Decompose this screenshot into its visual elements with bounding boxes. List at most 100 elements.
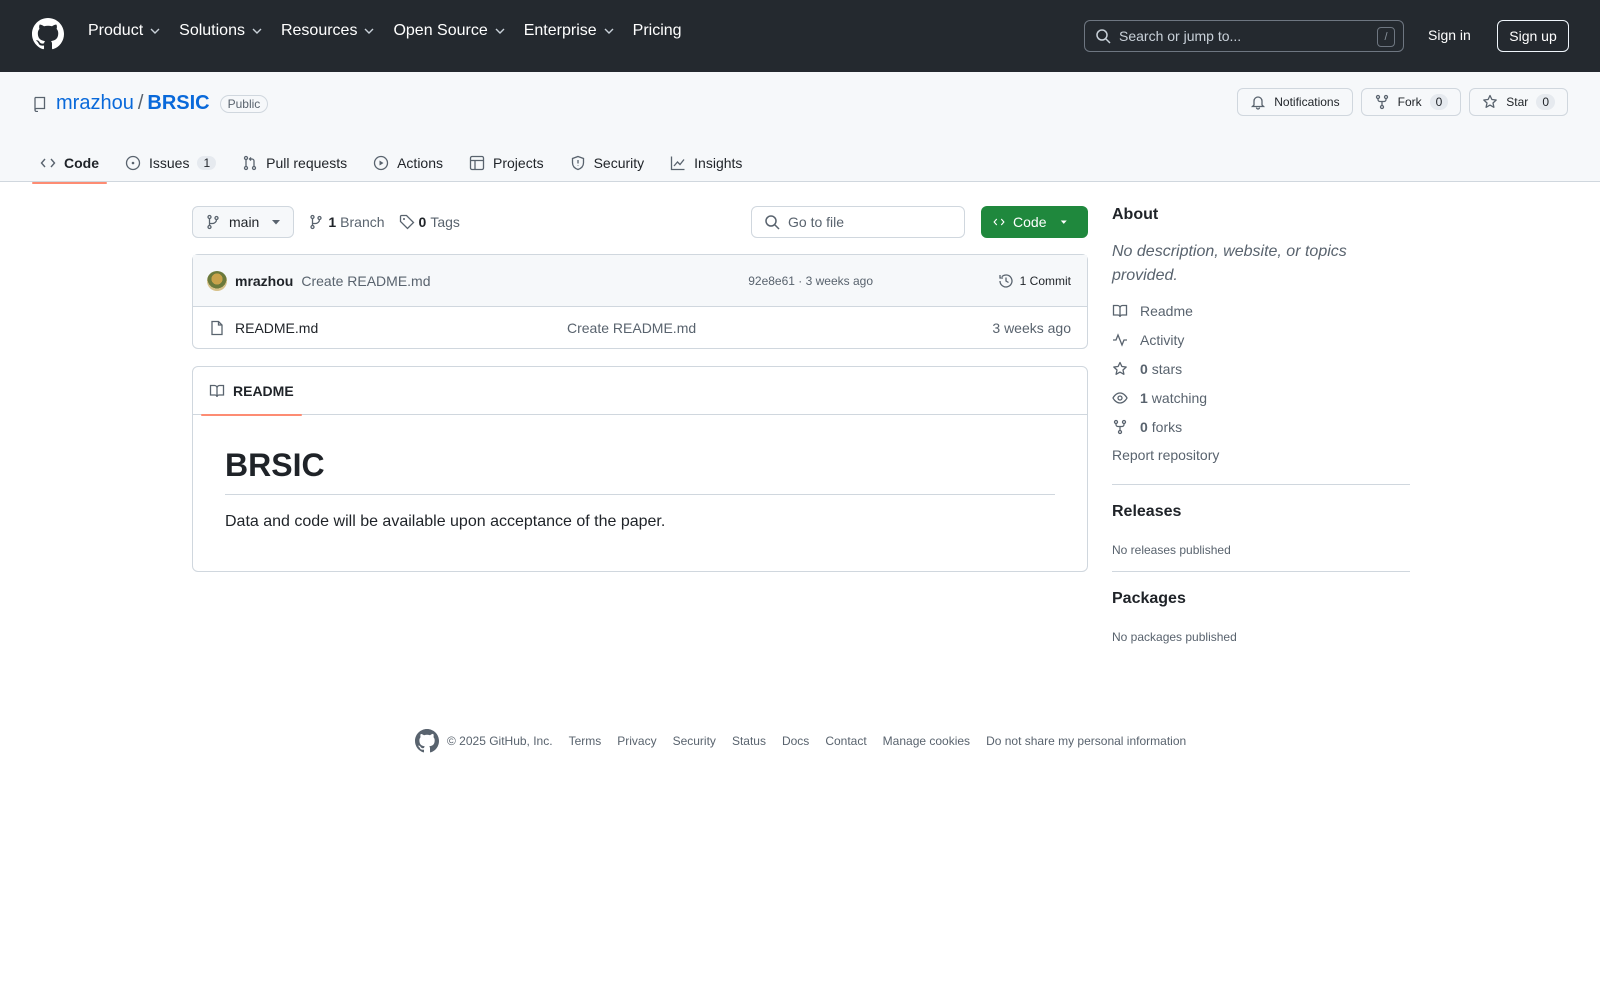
global-header: Product Solutions Resources Open Source … bbox=[0, 0, 1600, 72]
nav-enterprise[interactable]: Enterprise bbox=[524, 22, 623, 40]
fork-button[interactable]: Fork 0 bbox=[1360, 88, 1462, 116]
footer-link-status[interactable]: Status bbox=[732, 734, 766, 748]
file-commit-message-link[interactable]: Create README.md bbox=[567, 320, 696, 336]
packages-heading[interactable]: Packages bbox=[1112, 590, 1410, 608]
footer-link-terms[interactable]: Terms bbox=[569, 734, 602, 748]
divider bbox=[1112, 484, 1410, 485]
readme-text: Data and code will be available upon acc… bbox=[225, 513, 666, 530]
avatar[interactable] bbox=[207, 270, 227, 291]
commits-link[interactable]: 1 Commit bbox=[998, 273, 1071, 289]
bell-icon bbox=[1251, 96, 1266, 110]
caret-down-icon bbox=[272, 220, 281, 225]
nav-resources[interactable]: Resources bbox=[281, 22, 383, 40]
fork-count: 0 bbox=[1429, 94, 1449, 110]
repo-owner-link[interactable]: mrazhou bbox=[56, 92, 134, 115]
search-input[interactable]: Search or jump to... / bbox=[1084, 20, 1404, 52]
github-logo-icon[interactable] bbox=[32, 18, 64, 50]
readme-tabbar: README bbox=[193, 367, 1087, 416]
main-content: main 1 Branch 0 Tags Go to file Code mra… bbox=[192, 206, 1088, 572]
table-row: README.md Create README.md 3 weeks ago bbox=[193, 307, 1087, 348]
tab-insights[interactable]: Insights bbox=[662, 144, 750, 182]
tab-code[interactable]: Code bbox=[32, 144, 107, 184]
chevron-down-icon bbox=[150, 28, 160, 34]
go-to-file-placeholder: Go to file bbox=[788, 214, 845, 230]
nav-open-source[interactable]: Open Source bbox=[393, 22, 513, 40]
watchers-link[interactable]: 1 watching bbox=[1112, 383, 1410, 412]
issue-icon bbox=[125, 155, 141, 171]
code-icon bbox=[993, 218, 1005, 226]
commit-message-link[interactable]: Create README.md bbox=[301, 273, 430, 289]
repo-header: mrazhou / BRSIC Public Notifications For… bbox=[0, 72, 1600, 184]
stars-link[interactable]: 0 stars bbox=[1112, 354, 1410, 383]
sidebar: About No description, website, or topics… bbox=[1112, 206, 1410, 644]
branch-icon bbox=[310, 214, 323, 230]
pulse-icon bbox=[1113, 332, 1127, 347]
tab-readme[interactable]: README bbox=[201, 367, 302, 416]
footer-link-manage-cookies[interactable]: Manage cookies bbox=[883, 734, 970, 748]
commit-author-link[interactable]: mrazhou bbox=[235, 273, 293, 289]
tab-actions[interactable]: Actions bbox=[365, 144, 451, 182]
tag-count: 0 bbox=[418, 214, 427, 230]
tags-link[interactable]: 0 Tags bbox=[399, 214, 460, 230]
search-shortcut-key: / bbox=[1377, 27, 1395, 47]
footer-link-do-not-share[interactable]: Do not share my personal information bbox=[986, 734, 1186, 748]
commit-meta[interactable]: 92e8e61 · 3 weeks ago bbox=[748, 274, 873, 288]
releases-heading[interactable]: Releases bbox=[1112, 503, 1410, 521]
shield-icon bbox=[571, 155, 584, 171]
tab-pull-requests[interactable]: Pull requests bbox=[234, 144, 355, 182]
branch-select[interactable]: main bbox=[192, 206, 295, 238]
repo-icon bbox=[34, 96, 46, 112]
table-icon bbox=[469, 155, 485, 171]
github-logo-icon[interactable] bbox=[415, 729, 439, 753]
chevron-down-icon bbox=[604, 28, 614, 34]
footer-link-privacy[interactable]: Privacy bbox=[617, 734, 656, 748]
readme-link[interactable]: Readme bbox=[1112, 296, 1410, 325]
repo-name-link[interactable]: BRSIC bbox=[147, 92, 209, 115]
book-icon bbox=[1112, 304, 1128, 317]
sign-in-link[interactable]: Sign in bbox=[1428, 27, 1471, 43]
nav-solutions[interactable]: Solutions bbox=[179, 22, 271, 40]
code-download-button[interactable]: Code bbox=[981, 206, 1088, 238]
history-icon bbox=[999, 273, 1013, 288]
search-placeholder: Search or jump to... bbox=[1119, 28, 1242, 44]
go-to-file-input[interactable]: Go to file bbox=[751, 206, 965, 238]
issues-count: 1 bbox=[197, 156, 217, 170]
branch-count: 1 bbox=[328, 214, 337, 230]
tab-projects[interactable]: Projects bbox=[461, 144, 552, 182]
repo-separator: / bbox=[137, 92, 144, 114]
packages-empty: No packages published bbox=[1112, 630, 1237, 644]
footer-link-docs[interactable]: Docs bbox=[782, 734, 809, 748]
branches-link[interactable]: 1 Branch bbox=[308, 214, 385, 230]
footer-link-contact[interactable]: Contact bbox=[825, 734, 866, 748]
nav-product[interactable]: Product bbox=[88, 22, 169, 40]
about-description: No description, website, or topics provi… bbox=[1112, 243, 1347, 284]
star-count: 0 bbox=[1536, 94, 1555, 110]
play-icon bbox=[373, 155, 389, 171]
graph-icon bbox=[671, 156, 685, 171]
readme-body: BRSIC Data and code will be available up… bbox=[193, 447, 1087, 531]
file-name-link[interactable]: README.md bbox=[235, 320, 318, 336]
caret-down-icon bbox=[1061, 220, 1068, 224]
fork-icon bbox=[1113, 419, 1127, 434]
report-repository-link[interactable]: Report repository bbox=[1112, 441, 1410, 470]
fork-icon bbox=[1375, 94, 1388, 110]
star-button[interactable]: Star 0 bbox=[1469, 88, 1568, 116]
tab-issues[interactable]: Issues 1 bbox=[117, 144, 224, 182]
branch-icon bbox=[207, 214, 219, 230]
pull-request-icon bbox=[244, 155, 257, 171]
activity-link[interactable]: Activity bbox=[1112, 325, 1410, 354]
visibility-badge: Public bbox=[219, 94, 269, 113]
footer-copyright: © 2025 GitHub, Inc. bbox=[447, 734, 553, 748]
chevron-down-icon bbox=[495, 28, 505, 34]
sign-up-button[interactable]: Sign up bbox=[1497, 20, 1569, 52]
nav-pricing[interactable]: Pricing bbox=[633, 22, 690, 40]
latest-commit: mrazhou Create README.md 92e8e61 · 3 wee… bbox=[193, 255, 1087, 307]
footer-link-security[interactable]: Security bbox=[673, 734, 716, 748]
tab-security[interactable]: Security bbox=[562, 144, 653, 182]
forks-link[interactable]: 0 forks bbox=[1112, 412, 1410, 441]
notifications-button[interactable]: Notifications bbox=[1237, 88, 1353, 116]
divider bbox=[1112, 571, 1410, 572]
file-age: 3 weeks ago bbox=[992, 319, 1071, 336]
chevron-down-icon bbox=[364, 28, 374, 34]
star-icon bbox=[1113, 361, 1127, 375]
